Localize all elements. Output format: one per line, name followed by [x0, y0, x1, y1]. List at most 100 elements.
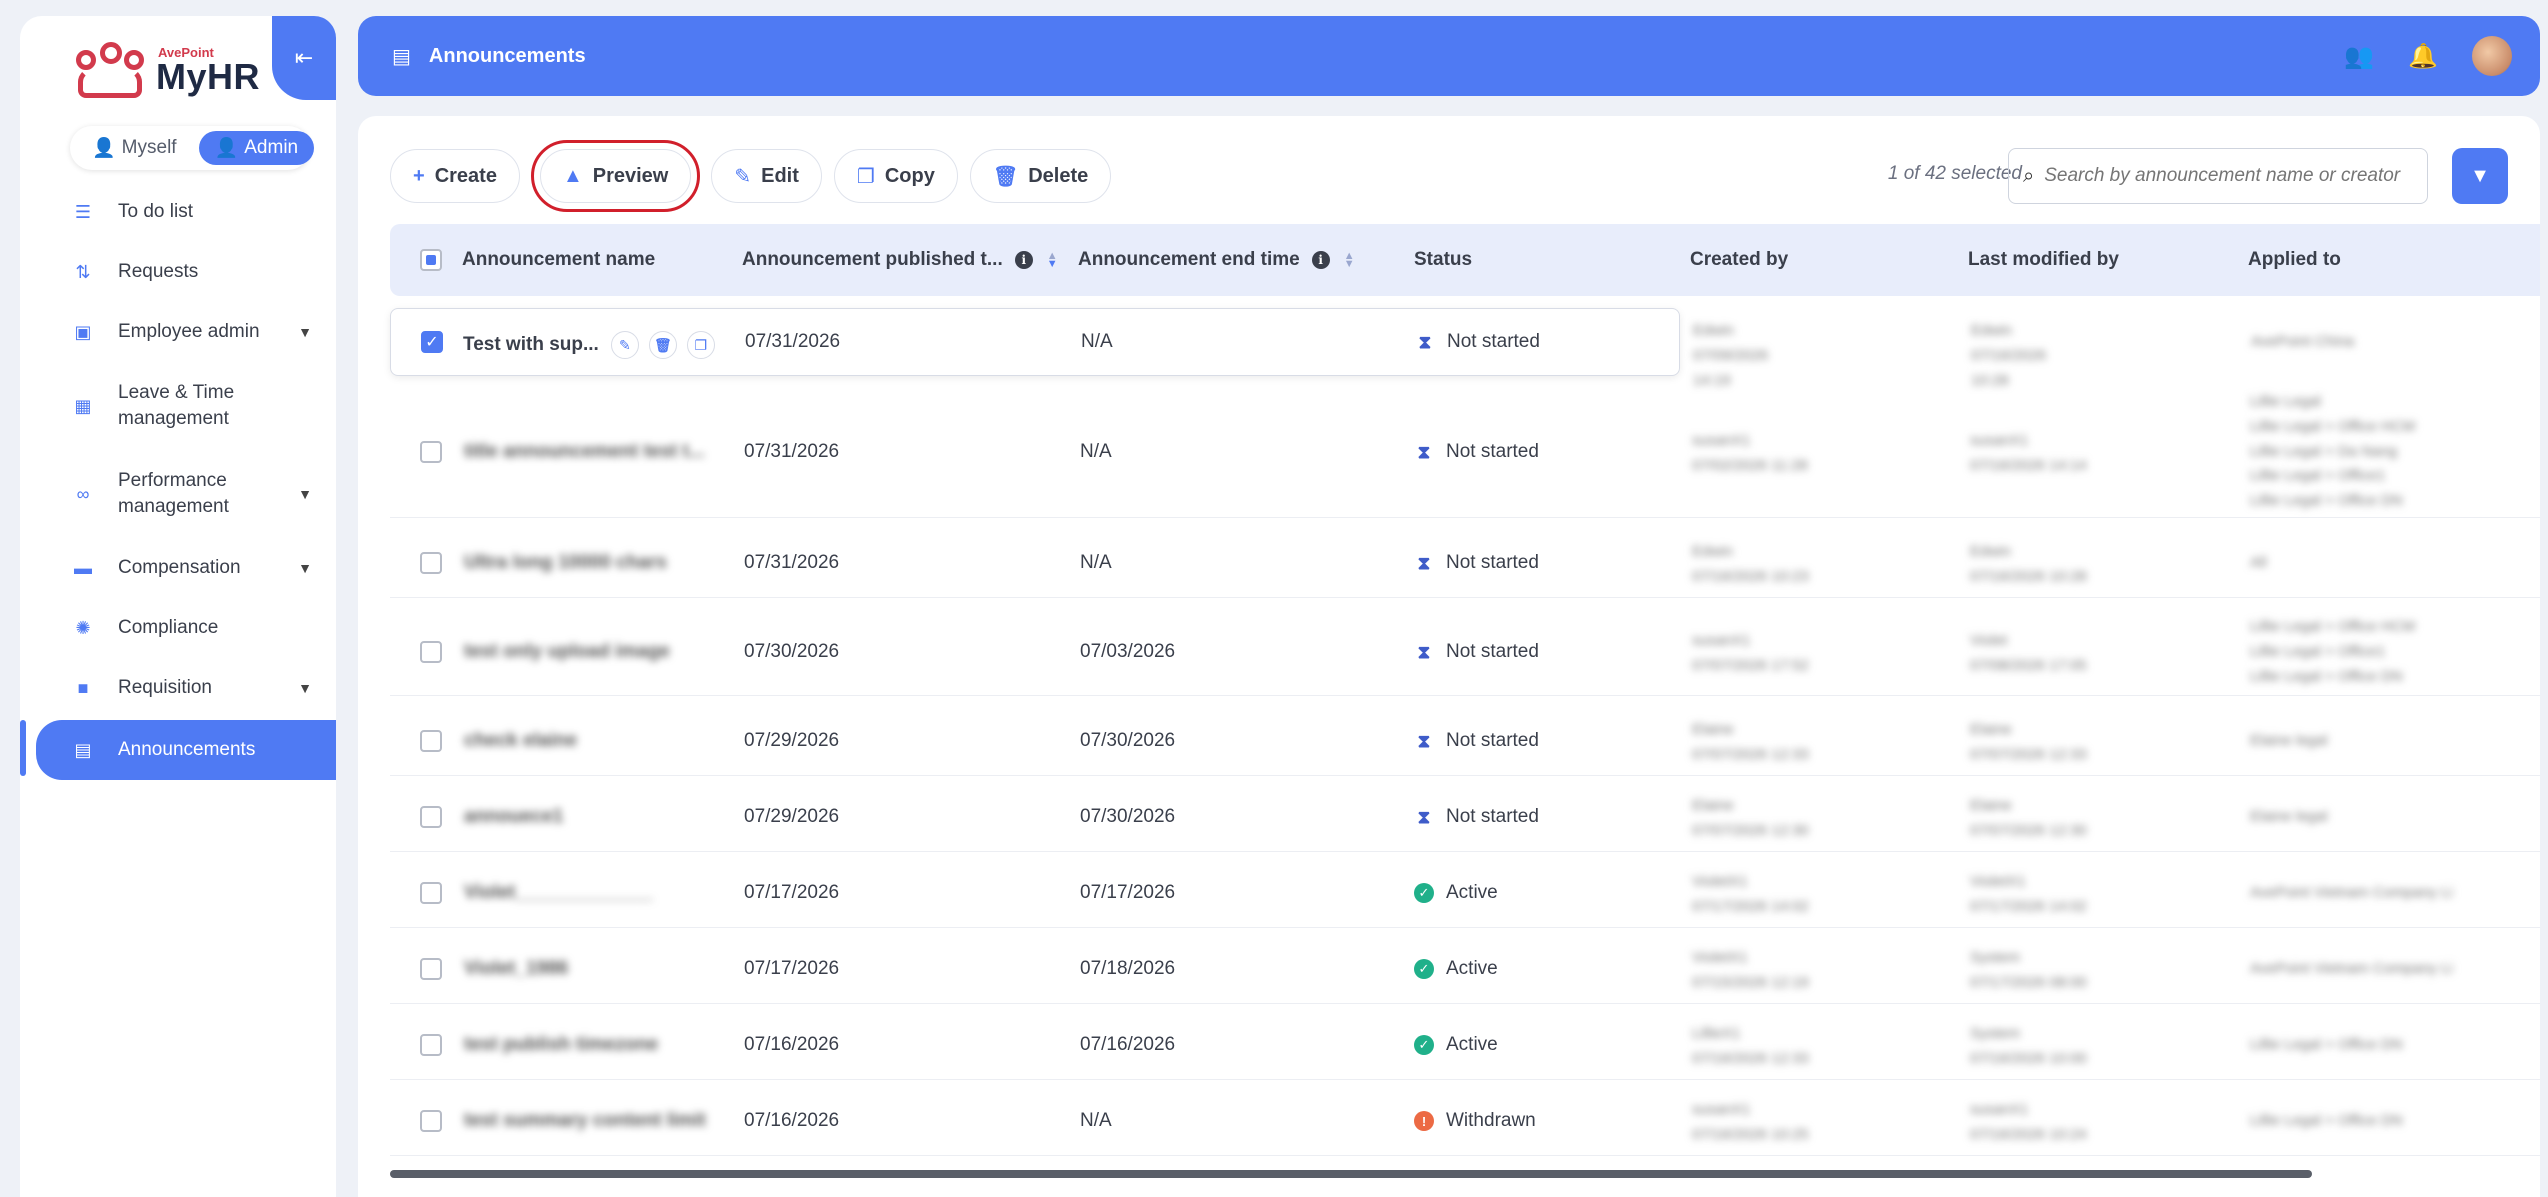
- table-row[interactable]: ✓ Test with sup... ✎ 🗑 ❐ 07/31/2026 N/A …: [390, 308, 2354, 389]
- sidebar-item-to-do-list[interactable]: ☰ To do list: [36, 182, 336, 242]
- hourglass-icon: ⧗: [1418, 331, 1432, 352]
- filter-button[interactable]: ▼: [2452, 148, 2508, 204]
- id-badge-icon: ▣: [74, 321, 92, 342]
- info-icon[interactable]: i: [1311, 251, 1330, 269]
- row-end: 07/30/2026: [1080, 730, 1176, 751]
- row-applied-to: Lillie Legal > Office HCM Lillie Legal > …: [2250, 615, 2415, 689]
- plus-icon: +: [413, 164, 425, 187]
- row-checkbox[interactable]: ✓: [421, 331, 443, 353]
- row-checkbox[interactable]: [420, 882, 442, 904]
- row-created-time: 07/17/2026 14:02: [1692, 897, 1809, 915]
- row-checkbox[interactable]: [420, 1110, 442, 1132]
- table-row[interactable]: Violet_____________ 07/17/2026 07/17/202…: [390, 860, 2540, 928]
- chevron-down-icon: ▼: [298, 324, 312, 340]
- row-end: N/A: [1080, 552, 1112, 573]
- row-end: 07/16/2026: [1080, 1034, 1176, 1055]
- select-all-checkbox[interactable]: [420, 249, 442, 271]
- chevron-down-icon: ▼: [298, 560, 312, 576]
- column-header-name[interactable]: Announcement name: [462, 249, 655, 271]
- trash-icon[interactable]: 🗑: [648, 331, 677, 359]
- row-published: 07/17/2026: [744, 882, 840, 903]
- row-modified-time: 07/16/2026 14:14: [1970, 456, 2087, 474]
- bell-icon[interactable]: 🔔: [2408, 42, 2438, 71]
- column-header-status[interactable]: Status: [1414, 249, 1472, 271]
- preview-button[interactable]: ▲ Preview: [530, 140, 701, 212]
- table-row[interactable]: Ultra long 10000 chars 07/31/2026 N/A ⧗ N…: [390, 530, 2540, 598]
- table-row[interactable]: title announcement test t... 07/31/2026 …: [390, 388, 2540, 518]
- row-status: ✓ Active: [1414, 1034, 1498, 1056]
- table-body: ✓ Test with sup... ✎ 🗑 ❐ 07/31/2026 N/A …: [390, 308, 2540, 1156]
- sidebar-item-label: Performance management: [118, 470, 229, 517]
- row-name[interactable]: test only upload image: [464, 641, 670, 663]
- sort-icon[interactable]: ▲ ▼: [1344, 251, 1355, 270]
- sidebar-item-leave-time[interactable]: ▦ Leave & Time management: [36, 362, 336, 450]
- row-created-by: susanX1 07/16/2026 10:25: [1692, 1098, 1809, 1148]
- toolbar: + Create ▲ Preview ✎ Edit ❐ Copy 🗑 Delet…: [390, 140, 1112, 212]
- row-modified-by: Elaine 07/07/2026 12:30: [1970, 794, 2087, 844]
- sidebar-item-announcements[interactable]: ▤ Announcements: [20, 720, 336, 780]
- row-status-label: Not started: [1446, 806, 1539, 827]
- row-applied-to: Lillie Legal > Office DN: [2250, 1033, 2403, 1058]
- row-name[interactable]: Ultra long 10000 chars: [464, 552, 667, 574]
- sort-icon[interactable]: ▲ ▼: [1047, 251, 1058, 270]
- table-row[interactable]: test only upload image 07/30/2026 07/03/…: [390, 610, 2540, 696]
- copy-button[interactable]: ❐ Copy: [833, 149, 958, 203]
- row-applied-to: Elaine legal: [2250, 729, 2328, 754]
- row-checkbox[interactable]: [420, 552, 442, 574]
- column-header-modified-by[interactable]: Last modified by: [1968, 249, 2119, 271]
- search-box[interactable]: ⌕: [2008, 148, 2428, 204]
- row-checkbox[interactable]: [420, 441, 442, 463]
- table-row[interactable]: test summary content limit 07/16/2026 N/…: [390, 1088, 2540, 1156]
- row-modified-by: Violet 07/08/2026 17:05: [1970, 629, 2087, 679]
- role-admin-button[interactable]: 👤 Admin: [198, 131, 315, 165]
- row-name[interactable]: Violet_1986: [464, 958, 568, 980]
- person-icon: 👤: [214, 138, 239, 159]
- delete-button[interactable]: 🗑 Delete: [969, 149, 1112, 203]
- avatar[interactable]: [2472, 36, 2512, 76]
- row-checkbox[interactable]: [420, 958, 442, 980]
- sidebar-item-requisition[interactable]: ■ Requisition ▼: [36, 658, 336, 718]
- horizontal-scrollbar[interactable]: [390, 1170, 2312, 1178]
- sidebar-item-compensation[interactable]: ▬ Compensation ▼: [36, 538, 336, 598]
- search-input[interactable]: [2044, 165, 2405, 187]
- role-myself-button[interactable]: 👤 Myself: [76, 131, 193, 165]
- copy-icon[interactable]: ❐: [686, 331, 715, 359]
- applied-to-item: Lillie Legal > Office DN: [2250, 1112, 2403, 1129]
- sidebar-item-compliance[interactable]: ✺ Compliance: [36, 598, 336, 658]
- row-created-name: VioletX1: [1692, 873, 1748, 890]
- row-checkbox[interactable]: [420, 806, 442, 828]
- row-checkbox[interactable]: [420, 641, 442, 663]
- row-name[interactable]: test publish timezone: [464, 1034, 658, 1056]
- search-icon: ⌕: [2023, 164, 2035, 187]
- sidebar-item-performance[interactable]: ∞ Performance management ▼: [36, 450, 336, 538]
- table-row[interactable]: test publish timezone 07/16/2026 07/16/2…: [390, 1012, 2540, 1080]
- column-header-published[interactable]: Announcement published t... i ▲ ▼: [742, 249, 1058, 271]
- row-name[interactable]: check elaine: [464, 730, 577, 752]
- newspaper-icon: ▤: [74, 739, 92, 760]
- user-settings-icon[interactable]: 👥: [2344, 42, 2374, 71]
- row-name[interactable]: annouece1: [464, 806, 563, 828]
- sidebar-item-employee-admin[interactable]: ▣ Employee admin ▼: [36, 302, 336, 362]
- row-checkbox[interactable]: [420, 730, 442, 752]
- row-name[interactable]: title announcement test t...: [464, 441, 705, 463]
- sidebar-item-label: Requisition: [118, 677, 212, 699]
- column-header-created-by[interactable]: Created by: [1690, 249, 1788, 271]
- table-row[interactable]: check elaine 07/29/2026 07/30/2026 ⧗ Not …: [390, 708, 2540, 776]
- sidebar-item-requests[interactable]: ⇅ Requests: [36, 242, 336, 302]
- row-end: N/A: [1080, 1110, 1112, 1131]
- edit-icon[interactable]: ✎: [610, 331, 639, 359]
- row-checkbox[interactable]: [420, 1034, 442, 1056]
- column-header-applied-to[interactable]: Applied to: [2248, 249, 2341, 271]
- row-name[interactable]: test summary content limit: [464, 1110, 706, 1132]
- sidebar-item-label: To do list: [118, 201, 193, 223]
- row-name[interactable]: Violet_____________: [464, 882, 653, 904]
- info-icon[interactable]: i: [1014, 251, 1033, 269]
- column-header-end[interactable]: Announcement end time i ▲ ▼: [1078, 249, 1355, 271]
- collapse-sidebar-button[interactable]: ⇤: [272, 16, 336, 100]
- row-status-label: Not started: [1446, 730, 1539, 751]
- edit-button[interactable]: ✎ Edit: [711, 149, 822, 203]
- table-row[interactable]: Violet_1986 07/17/2026 07/18/2026 ✓ Activ…: [390, 936, 2540, 1004]
- table-row[interactable]: annouece1 07/29/2026 07/30/2026 ⧗ Not sta…: [390, 784, 2540, 852]
- applied-to-item: Lillie Legal > Office DN: [2250, 492, 2403, 509]
- create-button[interactable]: + Create: [390, 149, 520, 203]
